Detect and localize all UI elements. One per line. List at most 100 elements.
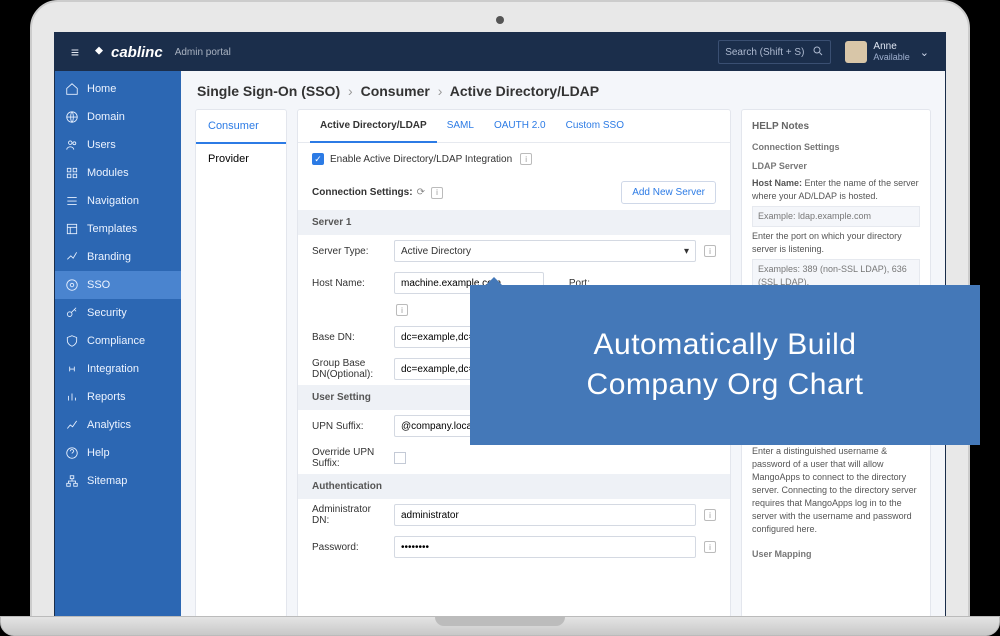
help-section: LDAP Server (752, 160, 920, 173)
server-type-select[interactable]: Active Directory▾ (394, 240, 696, 262)
navigation-icon (65, 194, 79, 208)
sidebar-item-templates[interactable]: Templates (55, 215, 181, 243)
admin-dn-label: Administrator DN: (312, 504, 388, 526)
home-icon (65, 82, 79, 96)
password-label: Password: (312, 542, 388, 553)
tab-saml[interactable]: SAML (437, 110, 484, 142)
sidebar-item-users[interactable]: Users (55, 131, 181, 159)
sidebar-item-label: Domain (87, 111, 125, 123)
sidebar-item-integration[interactable]: Integration (55, 355, 181, 383)
sidebar-item-label: Security (87, 307, 127, 319)
info-icon[interactable]: i (520, 153, 532, 165)
sidebar-item-label: Help (87, 447, 110, 459)
sidebar-item-label: Integration (87, 363, 139, 375)
sidebar-item-modules[interactable]: Modules (55, 159, 181, 187)
laptop-camera (496, 16, 504, 24)
analytics-icon (65, 418, 79, 432)
host-name-label: Host Name: (312, 278, 388, 289)
avatar[interactable] (845, 41, 867, 63)
tab-custom-sso[interactable]: Custom SSO (556, 110, 634, 142)
tab-oauth[interactable]: OAUTH 2.0 (484, 110, 556, 142)
sidebar-item-navigation[interactable]: Navigation (55, 187, 181, 215)
scope-provider[interactable]: Provider (196, 143, 286, 175)
topbar: ≡ cablinc Admin portal Search (Shift + S… (55, 33, 945, 71)
user-name: Anne (873, 41, 909, 52)
add-new-server-button[interactable]: Add New Server (621, 181, 716, 204)
sidebar-item-label: Sitemap (87, 475, 127, 487)
portal-label: Admin portal (175, 47, 231, 58)
help-section: User Mapping (752, 548, 920, 561)
reports-icon (65, 390, 79, 404)
sso-scope-box: Consumer Provider (195, 109, 287, 618)
info-icon[interactable]: i (704, 509, 716, 521)
modules-icon (65, 166, 79, 180)
brand-text: cablinc (111, 44, 163, 61)
enable-checkbox[interactable]: ✓ (312, 153, 324, 165)
sidebar-item-label: Branding (87, 251, 131, 263)
branding-icon (65, 250, 79, 264)
key-icon (65, 306, 79, 320)
override-upn-checkbox[interactable] (394, 452, 406, 464)
enable-label: Enable Active Directory/LDAP Integration (330, 154, 512, 165)
help-section: Connection Settings (752, 141, 920, 154)
sso-icon (65, 278, 79, 292)
sidebar-item-label: Users (87, 139, 116, 151)
sidebar-item-label: Reports (87, 391, 126, 403)
search-input[interactable]: Search (Shift + S) (718, 40, 831, 64)
admin-dn-input[interactable] (394, 504, 696, 526)
search-icon (812, 45, 824, 60)
promo-overlay: Automatically Build Company Org Chart (470, 285, 980, 445)
sidebar-item-label: Home (87, 83, 116, 95)
sidebar-item-label: Navigation (87, 195, 139, 207)
server-1-header: Server 1 (298, 210, 730, 235)
breadcrumb: Single Sign-On (SSO) › Consumer › Active… (181, 71, 945, 109)
sso-tabs: Active Directory/LDAP SAML OAUTH 2.0 Cus… (298, 110, 730, 143)
sidebar-item-label: Modules (87, 167, 129, 179)
connection-settings-label: Connection Settings: (312, 187, 413, 198)
sidebar-item-label: Compliance (87, 335, 145, 347)
base-dn-label: Base DN: (312, 332, 388, 343)
password-input[interactable] (394, 536, 696, 558)
search-placeholder: Search (Shift + S) (725, 47, 804, 58)
info-icon[interactable]: i (396, 304, 408, 316)
sidebar-item-label: Templates (87, 223, 137, 235)
sitemap-icon (65, 474, 79, 488)
sidebar-item-reports[interactable]: Reports (55, 383, 181, 411)
sidebar-item-help[interactable]: Help (55, 439, 181, 467)
refresh-icon[interactable]: ⟳ (417, 187, 425, 198)
sidebar-item-sitemap[interactable]: Sitemap (55, 467, 181, 495)
help-example: Example: ldap.example.com (752, 206, 920, 227)
shield-icon (65, 334, 79, 348)
brand-logo[interactable]: cablinc (91, 44, 163, 61)
help-icon (65, 446, 79, 460)
templates-icon (65, 222, 79, 236)
laptop-base (0, 616, 1000, 636)
info-icon[interactable]: i (431, 187, 443, 199)
user-status: Available (873, 52, 909, 63)
authentication-header: Authentication (298, 474, 730, 499)
scope-consumer[interactable]: Consumer (196, 110, 286, 144)
info-icon[interactable]: i (704, 245, 716, 257)
globe-icon (65, 110, 79, 124)
help-title: HELP Notes (752, 120, 920, 135)
group-base-dn-label: Group Base DN(Optional): (312, 358, 388, 380)
upn-suffix-label: UPN Suffix: (312, 421, 388, 432)
sidebar-item-label: SSO (87, 279, 110, 291)
chevron-down-icon[interactable]: ⌄ (920, 46, 929, 59)
info-icon[interactable]: i (704, 541, 716, 553)
sidebar: Home Domain Users Modules Navigation Tem… (55, 71, 181, 618)
user-block[interactable]: Anne Available (873, 41, 909, 63)
tab-ad-ldap[interactable]: Active Directory/LDAP (310, 110, 437, 143)
sidebar-item-home[interactable]: Home (55, 75, 181, 103)
integration-icon (65, 362, 79, 376)
sidebar-item-label: Analytics (87, 419, 131, 431)
menu-icon[interactable]: ≡ (65, 44, 85, 60)
sidebar-item-compliance[interactable]: Compliance (55, 327, 181, 355)
sidebar-item-analytics[interactable]: Analytics (55, 411, 181, 439)
server-type-label: Server Type: (312, 246, 388, 257)
sidebar-item-sso[interactable]: SSO (55, 271, 181, 299)
sidebar-item-domain[interactable]: Domain (55, 103, 181, 131)
override-upn-label: Override UPN Suffix: (312, 447, 388, 469)
sidebar-item-security[interactable]: Security (55, 299, 181, 327)
sidebar-item-branding[interactable]: Branding (55, 243, 181, 271)
